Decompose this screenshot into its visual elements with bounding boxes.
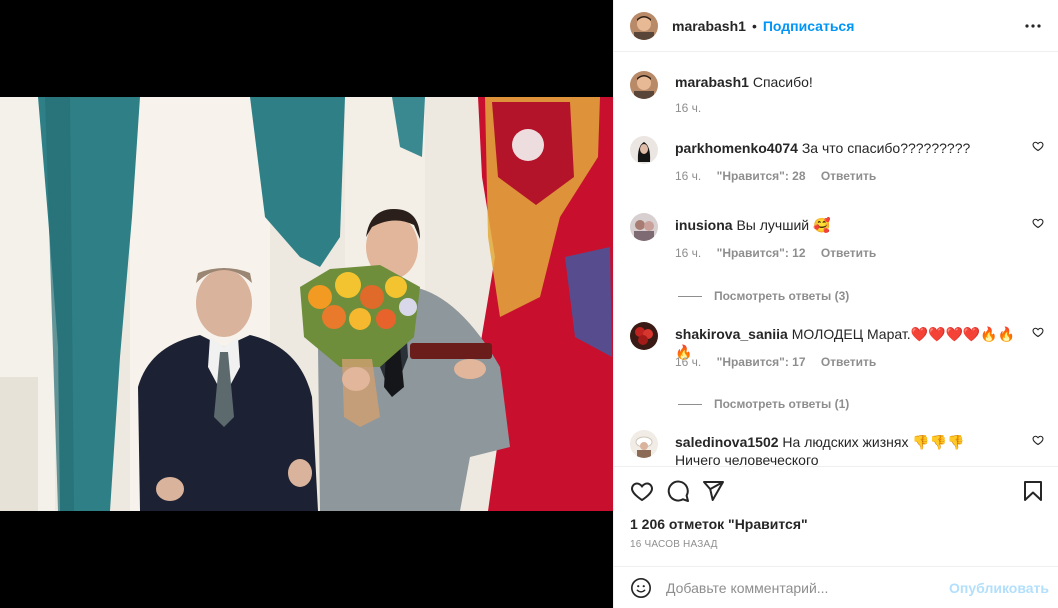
comment-likes[interactable]: "Нравится": 28 xyxy=(717,169,806,183)
bookmark-icon[interactable] xyxy=(1021,479,1045,503)
paper-plane-icon[interactable] xyxy=(701,479,725,503)
reply-button[interactable]: Ответить xyxy=(821,355,876,369)
post-details-panel: marabash1 • Подписаться marabash1 Спасиб… xyxy=(613,0,1058,608)
caption-username[interactable]: marabash1 xyxy=(675,74,749,90)
view-replies-label: Посмотреть ответы (1) xyxy=(714,397,850,411)
comment-username[interactable]: parkhomenko4074 xyxy=(675,140,798,156)
comment-time: 16 ч. xyxy=(675,355,702,369)
likes-count[interactable]: 1 206 отметок "Нравится" xyxy=(630,516,808,532)
separator-dot: • xyxy=(751,17,757,34)
caption-text: Спасибо! xyxy=(752,74,813,90)
heart-icon[interactable] xyxy=(1032,326,1044,338)
comments-list[interactable]: marabash1 Спасибо! 16 ч. parkhomenko4074… xyxy=(614,53,1058,465)
comment-username[interactable]: saledinova1502 xyxy=(675,434,779,450)
post-timestamp: 16 ЧАСОВ НАЗАД xyxy=(630,539,718,550)
comment-username[interactable]: inusiona xyxy=(675,217,733,233)
comment-composer: Опубликовать xyxy=(614,566,1058,608)
heart-icon[interactable] xyxy=(1032,217,1044,229)
replies-divider xyxy=(678,295,702,297)
post-photo[interactable] xyxy=(0,97,613,511)
view-replies-label: Посмотреть ответы (3) xyxy=(714,289,850,303)
commenter-avatar[interactable] xyxy=(630,136,658,164)
post-header: marabash1 • Подписаться xyxy=(614,0,1058,52)
action-bar xyxy=(614,466,1058,514)
comment-input[interactable] xyxy=(666,577,956,599)
more-horizontal-icon[interactable] xyxy=(1021,14,1045,38)
author-avatar[interactable] xyxy=(630,11,658,40)
reply-button[interactable]: Ответить xyxy=(821,169,876,183)
view-replies-button[interactable]: Посмотреть ответы (3) xyxy=(678,289,849,303)
smiley-icon[interactable] xyxy=(630,577,652,599)
comment-icon[interactable] xyxy=(666,479,690,503)
replies-divider xyxy=(678,403,702,405)
commenter-avatar[interactable] xyxy=(630,213,658,241)
comment-likes[interactable]: "Нравится": 12 xyxy=(717,246,806,260)
comment-likes[interactable]: "Нравится": 17 xyxy=(717,355,806,369)
comment-text: Вы лучший 🥰 xyxy=(736,217,831,233)
heart-icon[interactable] xyxy=(1032,434,1044,446)
author-username[interactable]: marabash1 xyxy=(672,18,746,34)
comment-text: За что спасибо????????? xyxy=(801,140,971,156)
heart-icon[interactable] xyxy=(630,479,654,503)
publish-button[interactable]: Опубликовать xyxy=(949,580,1049,596)
reply-button[interactable]: Ответить xyxy=(821,246,876,260)
author-avatar[interactable] xyxy=(630,71,658,99)
comment-time: 16 ч. xyxy=(675,246,702,260)
media-pane xyxy=(0,0,613,608)
comment-text: На людских жизнях 👎👎👎 xyxy=(782,434,965,450)
instagram-post-modal: marabash1 • Подписаться marabash1 Спасиб… xyxy=(0,0,1058,608)
view-replies-button[interactable]: Посмотреть ответы (1) xyxy=(678,397,849,411)
comment-time: 16 ч. xyxy=(675,169,702,183)
follow-button[interactable]: Подписаться xyxy=(763,18,855,34)
heart-icon[interactable] xyxy=(1032,140,1044,152)
comment-text-line2: Ничего человеческого xyxy=(675,452,819,465)
caption-time: 16 ч. xyxy=(675,101,702,115)
commenter-avatar[interactable] xyxy=(630,322,658,350)
comment-username[interactable]: shakirova_saniia xyxy=(675,326,788,342)
commenter-avatar[interactable] xyxy=(630,430,658,458)
